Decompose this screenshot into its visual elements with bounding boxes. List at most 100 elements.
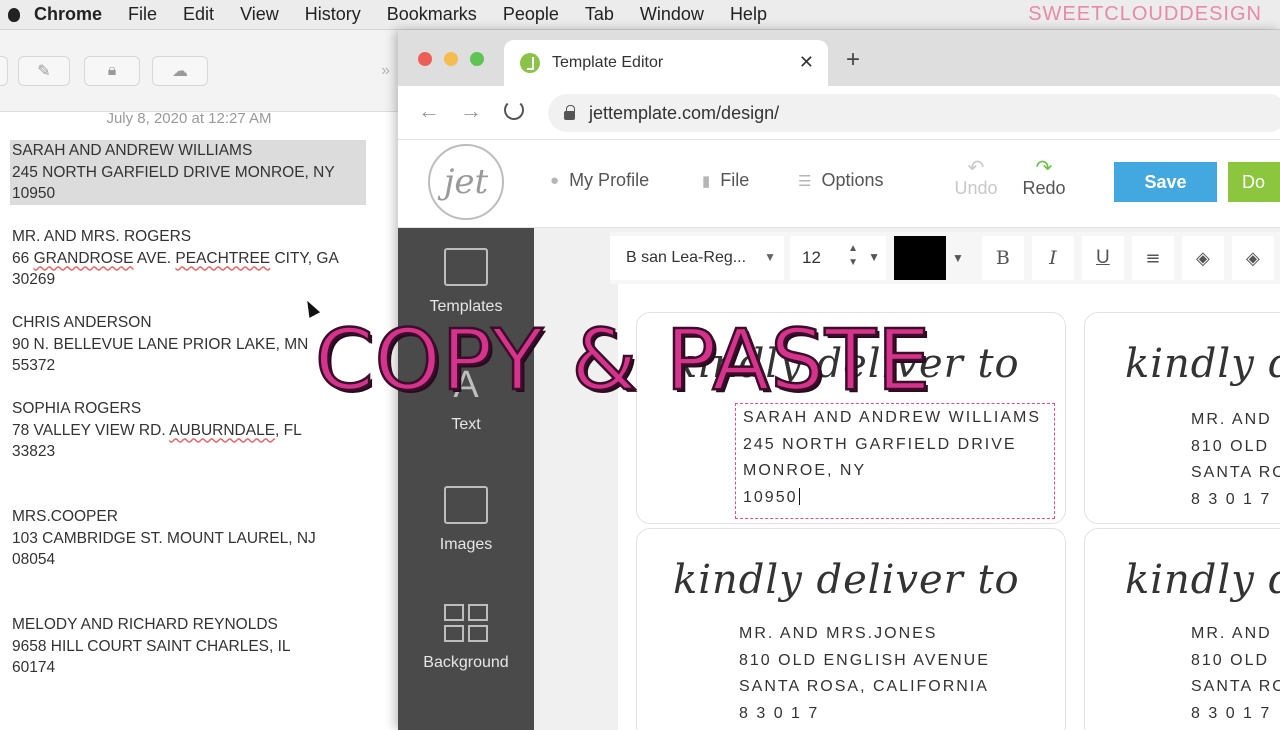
my-profile-link[interactable]: ● My Profile (550, 170, 649, 191)
menu-file[interactable]: File (128, 4, 157, 25)
menu-window[interactable]: Window (640, 4, 704, 25)
label-address-block[interactable]: MR. AND MRS.JONES 810 OLD ENGLISH AVENUE… (739, 621, 990, 727)
tab-bar: Template Editor ✕ + (398, 30, 1280, 86)
menu-bar: Chrome File Edit View History Bookmarks … (0, 0, 1280, 30)
options-menu[interactable]: ☰ Options (798, 170, 884, 191)
image-icon (444, 486, 488, 524)
sidebar-toggle-button[interactable] (0, 56, 8, 86)
address-label[interactable]: kindly deli MR. AND 810 OLD SANTA RO 8 3… (1084, 312, 1280, 524)
text-segment: CITY, GA (270, 249, 339, 267)
font-size-stepper[interactable]: 12 ▲ ▼ ▼ (790, 236, 886, 280)
label-line-zip: 10950 (743, 485, 1041, 512)
bold-button[interactable]: B (981, 236, 1024, 280)
menu-app-name[interactable]: Chrome (34, 4, 102, 25)
address-label[interactable]: kindly deliver to MR. AND MRS.JONES 810 … (636, 528, 1066, 730)
redo-button[interactable]: ↷ Redo (1014, 158, 1074, 199)
label-line: MONROE, NY (743, 462, 867, 479)
label-address-block[interactable]: SARAH AND ANDREW WILLIAMS 245 NORTH GARF… (743, 405, 1041, 511)
note-entry[interactable]: CHRIS ANDERSON 90 N. BELLEVUE LANE PRIOR… (12, 312, 308, 377)
chevron-right-icon[interactable]: » (381, 62, 390, 80)
layer-down-icon: ◈ (1245, 247, 1260, 269)
entry-street: 78 VALLEY VIEW RD. AUBURNDALE, FL (12, 420, 302, 442)
save-button[interactable]: Save (1114, 162, 1217, 202)
label-line: MR. AND MRS.JONES (739, 625, 938, 642)
label-address-block[interactable]: MR. AND 810 OLD SANTA RO 8 3 0 1 7 (1191, 407, 1280, 513)
menu-view[interactable]: View (240, 4, 279, 25)
menu-people[interactable]: People (503, 4, 559, 25)
menu-help[interactable]: Help (730, 4, 767, 25)
minimize-window-button[interactable] (444, 52, 458, 66)
sidebar-item-templates[interactable]: Templates (398, 248, 534, 316)
label-line: SANTA ROSA, CALIFORNIA (739, 678, 989, 695)
label-line: MR. AND (1191, 411, 1272, 428)
back-icon[interactable]: ← (418, 98, 440, 124)
text-color-swatch[interactable] (894, 236, 946, 280)
align-text-button[interactable]: ≡ (1131, 236, 1174, 280)
jet-logo[interactable]: jet (428, 144, 504, 220)
underline-button[interactable]: U (1081, 236, 1124, 280)
reload-icon[interactable] (504, 100, 524, 120)
menu-history[interactable]: History (305, 4, 361, 25)
note-entry[interactable]: MELODY AND RICHARD REYNOLDS 9658 HILL CO… (12, 614, 291, 679)
share-button[interactable]: ☁ (152, 56, 208, 86)
send-backward-button[interactable]: ◈ (1231, 236, 1274, 280)
menu-tab[interactable]: Tab (585, 4, 614, 25)
undo-label: Undo (954, 178, 998, 198)
sidebar-item-background[interactable]: Background (398, 604, 534, 672)
forward-icon[interactable]: → (460, 98, 482, 124)
misspelled-word[interactable]: GRANDROSE (34, 250, 134, 267)
new-tab-button[interactable]: + (846, 46, 860, 74)
layer-up-icon: ◈ (1195, 247, 1210, 269)
address-label[interactable]: kindly deli MR. AND 810 OLD SANTA RO 8 3… (1084, 528, 1280, 730)
italic-button[interactable]: I (1031, 236, 1074, 280)
chevron-down-icon: ▼ (764, 250, 776, 264)
maximize-window-button[interactable] (470, 52, 484, 66)
text-format-toolbar: B san Lea-Reg... ▼ 12 ▲ ▼ ▼ ▼ B I U ≡ ◈ ◈ (610, 232, 1280, 284)
menu-lines-icon: ☰ (798, 172, 812, 190)
copy-paste-overlay-caption: COPY & PASTE (314, 310, 932, 411)
entry-street: 90 N. BELLEVUE LANE PRIOR LAKE, MN (12, 335, 309, 353)
close-window-button[interactable] (418, 52, 432, 66)
entry-name: CHRIS ANDERSON (12, 314, 152, 331)
misspelled-word[interactable]: PEACHTREE (175, 250, 270, 267)
label-address-block[interactable]: MR. AND 810 OLD SANTA RO 8 3 0 1 7 (1191, 621, 1280, 727)
note-entry[interactable]: MRS.COOPER 103 CAMBRIDGE ST. MOUNT LAURE… (12, 506, 316, 571)
font-family-select[interactable]: B san Lea-Reg... ▼ (610, 236, 784, 280)
bring-forward-button[interactable]: ◈ (1181, 236, 1224, 280)
label-line: SANTA RO (1191, 678, 1280, 695)
file-menu-label: File (720, 170, 750, 190)
done-button[interactable]: Do (1228, 162, 1280, 202)
compose-button[interactable]: ✎ (18, 56, 70, 86)
entry-name: SARAH AND ANDREW WILLIAMS (12, 142, 253, 159)
secure-lock-icon (564, 104, 575, 120)
close-tab-icon[interactable]: ✕ (799, 52, 814, 73)
menu-bookmarks[interactable]: Bookmarks (387, 4, 477, 25)
label-line: MR. AND (1191, 625, 1272, 642)
chevron-down-icon[interactable]: ▼ (868, 250, 880, 264)
entry-name: SOPHIA ROGERS (12, 400, 142, 417)
sidebar-item-images[interactable]: Images (398, 486, 534, 554)
misspelled-word[interactable]: AUBURNDALE (169, 422, 275, 439)
stepper-arrows-icon[interactable]: ▲ ▼ (848, 242, 858, 270)
url-field[interactable]: jettemplate.com/design/ (548, 94, 1280, 132)
address-bar-row: ← → jettemplate.com/design/ (398, 86, 1280, 140)
tab-title: Template Editor (552, 54, 664, 71)
lock-note-button[interactable]: 🔒︎ (84, 56, 140, 86)
text-segment: AVE. (133, 249, 176, 267)
align-icon: ≡ (1145, 247, 1161, 269)
menu-edit[interactable]: Edit (183, 4, 214, 25)
apple-icon[interactable] (8, 7, 20, 22)
compose-icon: ✎ (37, 63, 51, 80)
entry-zip: 30269 (12, 271, 56, 288)
undo-button[interactable]: ↶ Undo (946, 158, 1006, 199)
note-entry[interactable]: SARAH AND ANDREW WILLIAMS 245 NORTH GARF… (10, 140, 366, 205)
sidebar-item-label: Text (451, 416, 481, 433)
chevron-down-icon[interactable]: ▼ (952, 251, 964, 265)
tab-template-editor[interactable]: Template Editor ✕ (504, 40, 828, 86)
editor-sidebar: Templates A Text Images Background (398, 228, 534, 730)
file-menu[interactable]: ▮ File (702, 170, 749, 191)
note-entry[interactable]: SOPHIA ROGERS 78 VALLEY VIEW RD. AUBURND… (12, 398, 302, 463)
design-canvas: B san Lea-Reg... ▼ 12 ▲ ▼ ▼ ▼ B I U ≡ ◈ ◈… (534, 228, 1280, 730)
note-entry[interactable]: MR. AND MRS. ROGERS 66 GRANDROSE AVE. PE… (12, 226, 339, 291)
redo-icon: ↷ (1035, 157, 1053, 179)
